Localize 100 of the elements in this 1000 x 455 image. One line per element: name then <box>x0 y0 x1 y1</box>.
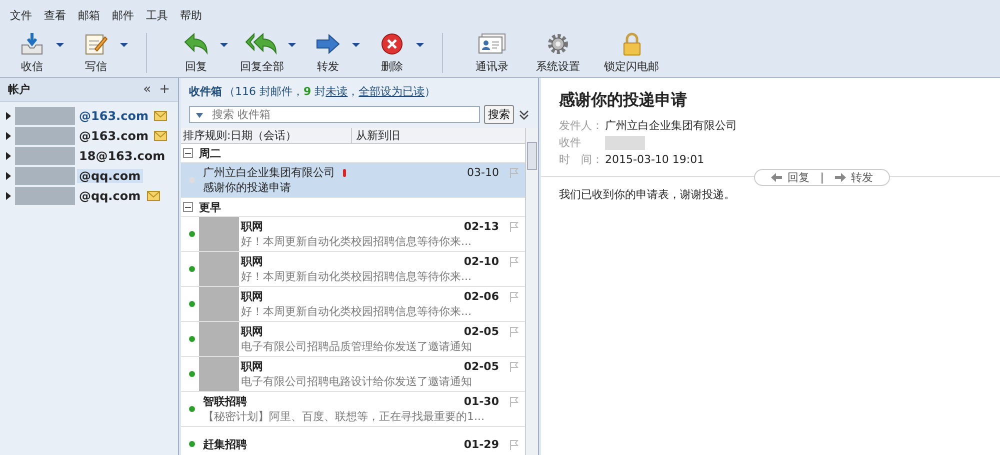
dropdown-caret-icon <box>288 43 296 47</box>
toolbar-button[interactable]: 系统设置 <box>530 31 594 74</box>
mail-sender: 赶集招聘 <box>203 436 247 452</box>
mail-date: 01-30 <box>464 395 499 408</box>
mail-date: 03-10 <box>467 166 499 179</box>
sort-order-header[interactable]: 从新到旧 <box>352 128 400 143</box>
to-label: 收件 <box>559 135 582 150</box>
notepad-pencil-icon <box>83 32 109 56</box>
pixelated-block <box>15 147 75 165</box>
mail-item[interactable]: 广州立白企业集团有限公司 03-10 感谢你的投递申请 <box>181 163 525 198</box>
collapse-button[interactable]: « <box>143 82 152 97</box>
add-account-button[interactable]: + <box>159 82 170 97</box>
account-item[interactable]: @qq.com <box>0 186 178 206</box>
group-header: 更早 <box>199 200 221 214</box>
mail-sender: 智联招聘 <box>203 394 247 409</box>
accounts-title: 帐户 <box>8 82 31 97</box>
flag-icon[interactable] <box>509 326 519 337</box>
search-button[interactable]: 搜索 <box>484 105 514 124</box>
separator-text: ， <box>348 84 359 99</box>
flag-icon[interactable] <box>509 396 519 407</box>
sender-name: 广州立白企业集团有限公司 <box>605 118 737 133</box>
pixelated-block <box>605 136 645 150</box>
mail-sender: 职网 <box>241 254 263 269</box>
toolbar-button[interactable]: 回复 <box>146 31 230 74</box>
mail-sender: 职网 <box>241 324 263 339</box>
mark-all-read-link[interactable]: 全部设为已读 <box>358 84 425 99</box>
forward-arrow-icon <box>315 32 341 56</box>
toolbar-button[interactable]: 收信 <box>6 31 66 74</box>
mail-sender: 职网 <box>241 219 263 234</box>
mail-item[interactable]: 职网 02-05 电子有限公司招聘品质管理给你发送了邀请通知 <box>181 322 525 357</box>
toolbar-button[interactable]: 删除 <box>366 31 426 74</box>
toolbar-button[interactable]: 转发 <box>302 31 362 74</box>
mail-item[interactable]: 职网 02-10 好！本周更新自动化类校园招聘信息等待你来... <box>181 252 525 287</box>
scrollbar[interactable] <box>525 128 538 455</box>
menu-item[interactable]: 邮箱 <box>78 8 100 24</box>
mail-subject: 电子有限公司招聘品质管理给你发送了邀请通知 <box>241 339 473 354</box>
mail-subject: 好！本周更新自动化类校园招聘信息等待你来... <box>241 269 472 284</box>
dropdown-caret-icon <box>352 43 360 47</box>
menu-item[interactable]: 工具 <box>146 8 168 24</box>
search-field[interactable]: 搜索 收件箱 <box>189 106 480 123</box>
account-item[interactable]: @163.com <box>0 106 178 126</box>
flag-icon[interactable] <box>509 361 519 372</box>
account-item[interactable]: 18@163.com <box>0 146 178 166</box>
settings-icon <box>545 32 571 56</box>
flag-icon[interactable] <box>509 291 519 302</box>
collapse-group-icon[interactable] <box>183 148 193 158</box>
mail-subject: 【秘密计划】阿里、百度、联想等，正在寻找最重要的1... <box>203 409 486 424</box>
account-item[interactable]: @qq.com <box>0 166 178 186</box>
reply-arrow-icon <box>183 32 209 56</box>
sort-rule-header[interactable]: 排序规则:日期（会话） <box>181 128 352 143</box>
mail-item[interactable]: 职网 02-05 电子有限公司招聘电路设计给你发送了邀请通知 <box>181 357 525 392</box>
from-label: 发件人： <box>559 118 604 133</box>
pixelated-block <box>15 127 75 145</box>
mail-date: 02-05 <box>464 325 499 338</box>
double-chevron-icon <box>518 108 530 120</box>
reply-arrow-icon <box>771 173 782 182</box>
toolbar-button[interactable]: 锁定闪电邮 <box>598 31 673 74</box>
mail-item[interactable]: 职网 02-06 好！本周更新自动化类校园招聘信息等待你来... <box>181 287 525 322</box>
dropdown-caret-icon[interactable] <box>196 113 203 118</box>
menu-item[interactable]: 文件 <box>10 8 32 24</box>
mail-subject: 好！本周更新自动化类校园招聘信息等待你来... <box>241 304 472 319</box>
toolbar-button[interactable]: 回复全部 <box>234 31 298 74</box>
collapse-group-icon[interactable] <box>183 202 193 212</box>
inbox-title: 收件箱 <box>189 84 222 99</box>
menu-item[interactable]: 邮件 <box>112 8 134 24</box>
reply-all-arrow-icon <box>245 32 279 56</box>
account-item[interactable]: @163.com <box>0 126 178 146</box>
dropdown-caret-icon <box>416 43 424 47</box>
inbox-tray-icon <box>19 32 45 56</box>
dropdown-caret-icon <box>56 43 64 47</box>
menu-item[interactable]: 查看 <box>44 8 66 24</box>
bracket-text: ） <box>424 84 436 99</box>
forward-arrow-icon <box>835 173 846 182</box>
group-header: 周二 <box>199 146 221 160</box>
pixelated-block <box>15 107 75 125</box>
contact-card-icon <box>477 32 507 56</box>
pixelated-block <box>15 187 75 205</box>
mail-item[interactable]: 职网 02-13 好！本周更新自动化类校园招聘信息等待你来... <box>181 217 525 252</box>
menu-item[interactable]: 帮助 <box>180 8 202 24</box>
delete-icon <box>379 32 405 56</box>
unread-link[interactable]: 未读 <box>326 84 348 99</box>
flag-icon[interactable] <box>509 167 519 178</box>
mail-date: 02-06 <box>464 290 499 303</box>
dropdown-caret-icon <box>120 43 128 47</box>
reply-link[interactable]: 回复 <box>787 170 810 185</box>
mail-sender: 职网 <box>241 289 263 304</box>
message-body: 我们已收到你的申请表，谢谢投递。 <box>559 187 736 202</box>
mail-item[interactable]: 智联招聘 01-30 【秘密计划】阿里、百度、联想等，正在寻找最重要的1... <box>181 392 525 427</box>
mail-date: 01-29 <box>464 438 499 450</box>
pixelated-block <box>15 167 75 185</box>
forward-link[interactable]: 转发 <box>851 170 873 185</box>
mail-count: （116 封邮件，9 封 <box>224 84 326 99</box>
toolbar-button[interactable]: 写信 <box>70 31 130 74</box>
dropdown-caret-icon <box>220 43 228 47</box>
flag-icon[interactable] <box>509 221 519 232</box>
flag-icon[interactable] <box>509 256 519 267</box>
mail-date: 02-13 <box>464 220 499 233</box>
message-subject: 感谢你的投递申请 <box>559 90 688 111</box>
mail-sender: 广州立白企业集团有限公司 <box>203 165 335 180</box>
flag-icon[interactable] <box>509 438 519 450</box>
